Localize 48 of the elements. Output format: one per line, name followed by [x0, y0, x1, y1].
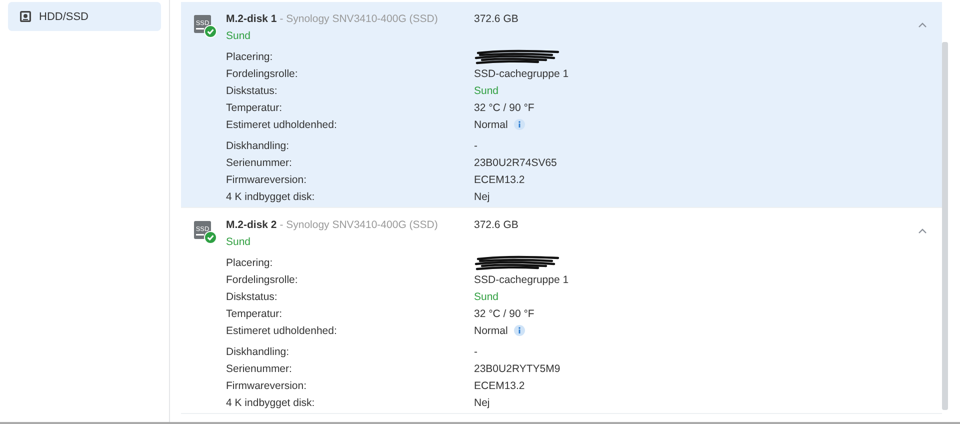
detail-value: Normal	[474, 324, 508, 336]
detail-value: 32 °C / 90 °F	[474, 102, 534, 114]
detail-value: 32 °C / 90 °F	[474, 308, 534, 320]
detail-label: Serienummer:	[226, 156, 293, 168]
detail-label: Serienummer:	[226, 362, 293, 374]
detail-label: Estimeret udholdenhed:	[226, 118, 338, 130]
detail-value: ECEM13.2	[474, 174, 525, 186]
scrollbar[interactable]	[942, 42, 948, 410]
detail-value: Normal	[474, 118, 508, 130]
detail-value: 23B0U2RYTY5M9	[474, 362, 560, 374]
detail-value: Sund	[474, 84, 499, 98]
detail-label: Diskstatus:	[226, 290, 278, 302]
detail-value: -	[474, 346, 478, 358]
detail-label: Diskhandling:	[226, 346, 290, 358]
detail-label: 4 K indbygget disk:	[226, 396, 316, 408]
detail-value: 23B0U2R74SV65	[474, 156, 557, 168]
detail-label: Temperatur:	[226, 102, 284, 114]
hard-drive-icon	[20, 11, 31, 22]
disk-status: Sund	[226, 29, 252, 44]
disk-card[interactable]	[181, 2, 942, 208]
chevron-icon[interactable]	[918, 22, 927, 28]
detail-value: Nej	[474, 396, 490, 408]
info-icon[interactable]	[514, 325, 525, 336]
detail-label: Diskstatus:	[226, 84, 278, 96]
info-icon[interactable]	[514, 119, 525, 130]
detail-label: Placering:	[226, 256, 274, 268]
detail-label: Temperatur:	[226, 308, 284, 320]
detail-label: Estimeret udholdenhed:	[226, 324, 338, 336]
detail-label: Diskhandling:	[226, 140, 290, 152]
detail-value: ECEM13.2	[474, 380, 525, 392]
detail-label: Fordelingsrolle:	[226, 274, 299, 286]
detail-value: Sund	[474, 290, 499, 304]
detail-label: Fordelingsrolle:	[226, 68, 299, 80]
detail-value: -	[474, 140, 478, 152]
disk-title: M.2-disk 1 - Synology SNV3410-400G (SSD)	[226, 12, 439, 27]
disk-capacity: 372.6 GB	[474, 12, 518, 27]
detail-label: 4 K indbygget disk:	[226, 190, 316, 202]
disk-capacity: 372.6 GB	[474, 218, 518, 233]
disk-status: Sund	[226, 235, 252, 250]
chevron-icon[interactable]	[918, 228, 927, 234]
detail-value: SSD-cachegruppe 1	[474, 68, 569, 80]
detail-label: Firmwareversion:	[226, 380, 308, 392]
detail-value: SSD-cachegruppe 1	[474, 274, 569, 286]
sidebar-item[interactable]: HDD/SSD	[8, 2, 161, 31]
disk-title: M.2-disk 2 - Synology SNV3410-400G (SSD)	[226, 218, 439, 233]
detail-label: Firmwareversion:	[226, 174, 308, 186]
detail-label: Placering:	[226, 50, 274, 62]
detail-value: Nej	[474, 190, 490, 202]
